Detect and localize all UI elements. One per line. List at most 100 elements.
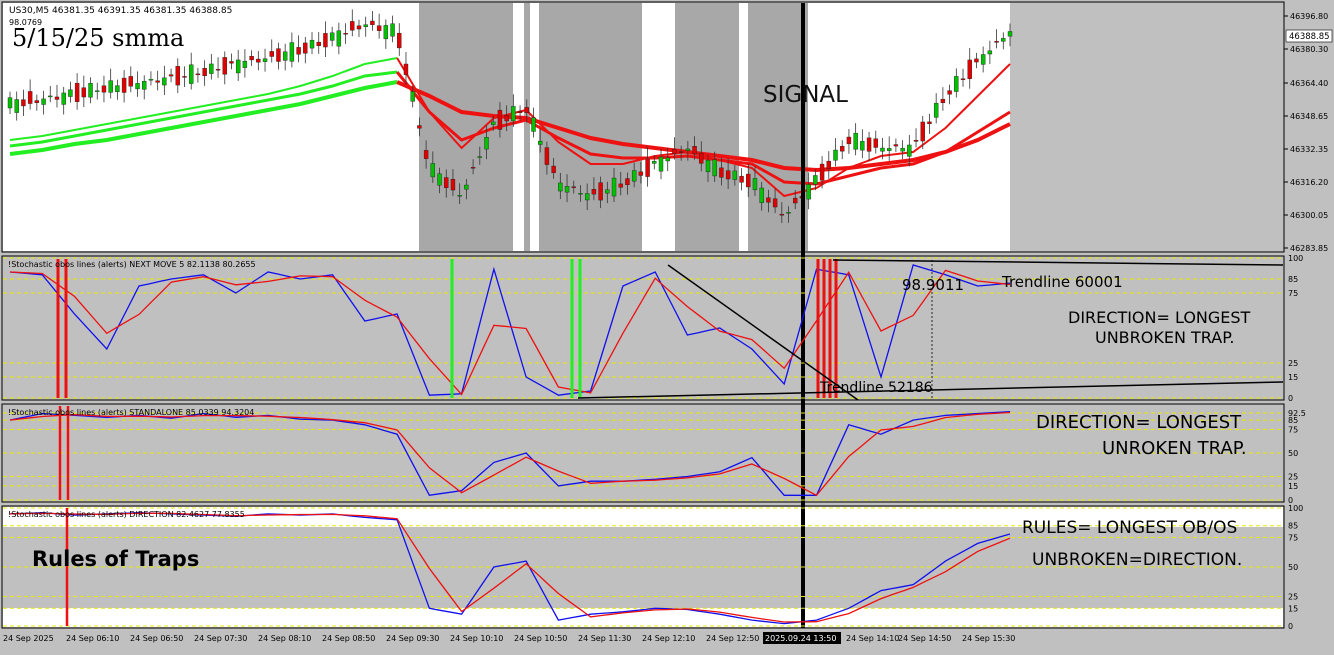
bull-candle: [88, 83, 93, 98]
bear-candle: [269, 51, 274, 57]
time-label: 24 Sep 06:50: [130, 634, 183, 643]
bull-candle: [531, 117, 536, 132]
bear-candle: [249, 56, 254, 61]
bull-candle: [148, 79, 154, 81]
time-label: 24 Sep 14:10: [846, 634, 899, 643]
bear-candle: [128, 76, 134, 87]
bull-candle: [363, 24, 368, 27]
stoch1-value-label: 98.9011: [902, 276, 964, 294]
bull-candle: [712, 159, 717, 177]
bull-candle: [987, 50, 993, 55]
bear-candle: [618, 183, 623, 188]
level-tick: 0: [1288, 394, 1293, 403]
main-empty-area: [1010, 3, 1283, 251]
bear-candle: [974, 58, 979, 63]
bear-candle: [866, 137, 872, 152]
bear-candle: [840, 145, 845, 152]
bear-candle: [155, 80, 160, 83]
bear-candle: [638, 171, 644, 176]
time-label: 24 Sep 08:50: [322, 634, 375, 643]
bear-candle: [940, 98, 946, 104]
bull-candle: [162, 77, 167, 86]
time-label: 24 Sep 10:10: [450, 634, 503, 643]
session-shade: [524, 3, 530, 251]
bear-candle: [551, 165, 556, 174]
stoch-signal-line: [9, 269, 1011, 396]
level-tick: 50: [1288, 563, 1298, 572]
bear-candle: [195, 73, 201, 76]
bear-candle: [947, 90, 952, 95]
bear-candle: [719, 167, 724, 178]
bear-candle: [994, 41, 999, 43]
bull-candle: [685, 148, 691, 151]
bull-candle: [813, 175, 818, 185]
bull-candle: [806, 184, 811, 200]
bear-candle: [873, 138, 878, 148]
bull-candle: [7, 97, 13, 109]
bear-candle: [470, 167, 476, 169]
bear-candle: [678, 151, 684, 153]
bull-candle: [437, 173, 442, 186]
price-tick-label: 46364.40: [1290, 79, 1328, 88]
bear-candle: [497, 109, 503, 130]
bear-candle: [403, 63, 409, 75]
bear-candle: [893, 144, 899, 147]
bear-candle: [343, 33, 348, 35]
bear-candle: [846, 136, 852, 145]
level-tick: 100: [1288, 254, 1303, 263]
bear-candle: [222, 57, 227, 75]
time-label: 24 Sep 08:10: [258, 634, 311, 643]
bear-candle: [296, 47, 301, 55]
time-label: 24 Sep 07:30: [194, 634, 247, 643]
bull-candle: [329, 32, 335, 41]
stoch1-label: !Stochastic obos lines (alerts) NEXT MOV…: [8, 260, 256, 269]
bull-candle: [652, 161, 657, 164]
bull-candle: [786, 211, 791, 214]
current-price-label: 46388.85: [1289, 32, 1330, 42]
level-tick: 100: [1288, 504, 1303, 513]
bull-candle: [880, 147, 885, 152]
bear-candle: [182, 76, 187, 78]
price-tick-label: 46300.05: [1290, 211, 1328, 220]
bear-candle: [772, 198, 778, 208]
bull-candle: [282, 51, 288, 61]
bull-candle: [235, 59, 241, 74]
stoch2-note-2: UNROKEN TRAP.: [1102, 438, 1247, 459]
bear-candle: [444, 177, 449, 188]
trading-chart[interactable]: 100 85 75 25 15 0 92.5 85 75 50 25 15 0 100 85 75 50 25…: [0, 0, 1334, 651]
time-label: 24 Sep 15:30: [962, 634, 1015, 643]
stoch2-note-1: DIRECTION= LONGEST: [1036, 412, 1242, 433]
level-tick: 85: [1288, 522, 1298, 531]
bear-candle: [826, 160, 831, 170]
bear-candle: [504, 115, 509, 122]
signal-label: SIGNAL: [763, 82, 848, 108]
bear-candle: [256, 58, 261, 63]
bull-candle: [430, 163, 436, 178]
bull-candle: [564, 186, 570, 193]
bull-candle: [954, 76, 959, 92]
bull-candle: [209, 63, 214, 74]
bull-candle: [390, 23, 395, 37]
bear-candle: [81, 87, 87, 98]
bull-candle: [732, 170, 738, 180]
session-shade: [748, 3, 808, 251]
bull-candle: [108, 80, 113, 93]
bull-candle: [1007, 31, 1013, 37]
bear-candle: [779, 213, 785, 216]
bear-candle: [276, 48, 281, 62]
bear-candle: [202, 68, 207, 77]
trendline-a-label: Trendline 60001: [1001, 273, 1123, 291]
bear-candle: [913, 140, 919, 142]
bear-candle: [27, 91, 33, 104]
level-tick: 25: [1288, 473, 1298, 482]
bull-candle: [262, 58, 268, 62]
bear-candle: [74, 82, 80, 102]
bear-candle: [323, 33, 328, 48]
bear-candle: [215, 69, 221, 71]
stoch1-note-2: UNBROKEN TRAP.: [1095, 328, 1234, 347]
bull-candle: [538, 140, 543, 145]
time-label: 24 Sep 10:50: [514, 634, 567, 643]
time-label-highlight: 2025.09.24 13:50: [765, 634, 836, 643]
bull-candle: [464, 184, 469, 190]
chart-svg[interactable]: 100857525150 92.585755025150 10085755025…: [0, 0, 1334, 651]
